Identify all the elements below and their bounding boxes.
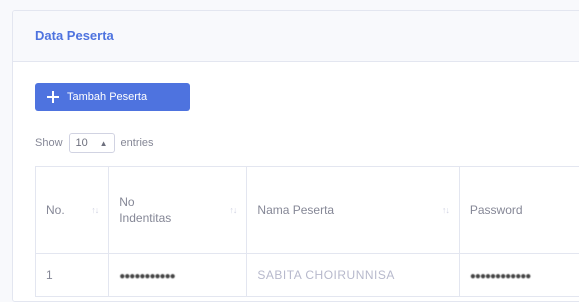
entries-select-value: 10 <box>76 137 88 149</box>
cell-nama-peserta: SABITA CHOIRUNNISA <box>247 254 459 297</box>
column-header-nama-peserta-label: Nama Peserta <box>257 203 334 217</box>
cell-no-indentitas: ●●●●●●●●●●● <box>109 254 247 297</box>
entries-select[interactable]: 10 ▲︎ <box>69 133 115 153</box>
column-header-no-indentitas-label: No Indentitas <box>119 194 189 226</box>
peserta-table: No. ↑↓ No Indentitas ↑↓ Nama Peserta ↑↓ … <box>35 166 579 297</box>
tambah-peserta-button[interactable]: Tambah Peserta <box>35 83 190 111</box>
cell-password: ●●●●●●●●●●●● <box>459 254 579 297</box>
peserta-table-wrapper: No. ↑↓ No Indentitas ↑↓ Nama Peserta ↑↓ … <box>35 166 579 297</box>
card-header: Data Peserta <box>13 11 579 62</box>
column-header-no[interactable]: No. ↑↓ <box>36 167 109 254</box>
tambah-peserta-label: Tambah Peserta <box>67 91 147 103</box>
column-header-no-label: No. <box>46 203 65 217</box>
card-title: Data Peserta <box>35 28 114 43</box>
column-header-password[interactable]: Password <box>459 167 579 254</box>
show-label: Show <box>35 137 63 149</box>
table-header-row: No. ↑↓ No Indentitas ↑↓ Nama Peserta ↑↓ … <box>36 167 579 254</box>
masked-password-value: ●●●●●●●●●●●● <box>470 271 530 282</box>
entries-length-control: Show 10 ▲︎ entries <box>35 133 154 153</box>
column-header-password-label: Password <box>470 203 523 217</box>
sort-icon: ↑↓ <box>229 205 236 215</box>
sort-icon: ↑↓ <box>91 205 98 215</box>
column-header-nama-peserta[interactable]: Nama Peserta ↑↓ <box>247 167 459 254</box>
plus-icon <box>47 91 59 103</box>
data-peserta-card: Data Peserta Tambah Peserta Show 10 ▲︎ e… <box>12 10 579 302</box>
table-row: 1 ●●●●●●●●●●● SABITA CHOIRUNNISA ●●●●●●●… <box>36 254 579 297</box>
entries-label: entries <box>121 137 154 149</box>
masked-id-value: ●●●●●●●●●●● <box>119 271 174 282</box>
cell-no: 1 <box>36 254 109 297</box>
caret-icon: ▲︎ <box>100 139 108 148</box>
column-header-no-indentitas[interactable]: No Indentitas ↑↓ <box>109 167 247 254</box>
sort-icon: ↑↓ <box>442 205 449 215</box>
